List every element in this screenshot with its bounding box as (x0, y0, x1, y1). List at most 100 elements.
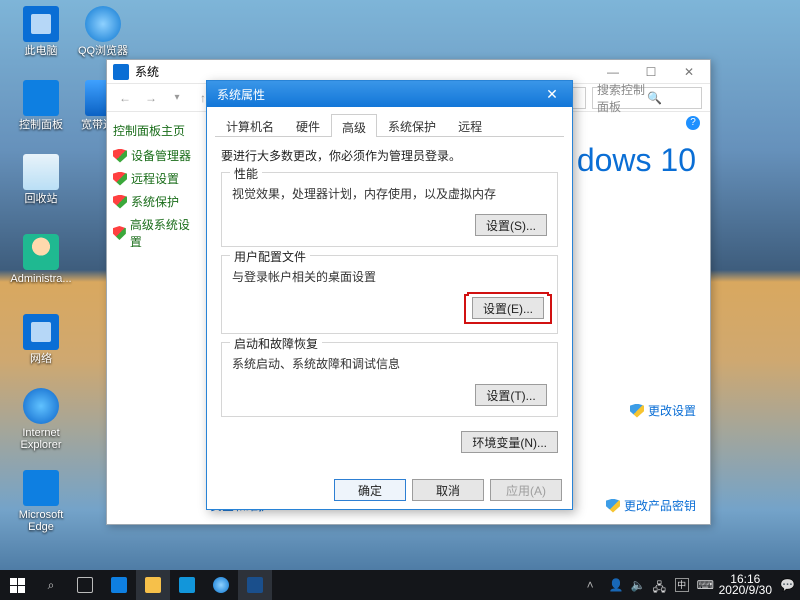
minimize-button[interactable]: — (594, 61, 632, 83)
desktop-icon-network[interactable]: 网络 (6, 314, 76, 365)
change-settings-link[interactable]: 更改设置 (630, 402, 696, 419)
shield-icon (113, 149, 127, 163)
ok-button[interactable]: 确定 (334, 479, 406, 501)
close-button[interactable]: ✕ (670, 61, 708, 83)
clock[interactable]: 16:16 2020/9/30 (719, 574, 772, 596)
user-profiles-settings-button[interactable]: 设置(E)... (472, 297, 544, 319)
environment-variables-button[interactable]: 环境变量(N)... (461, 431, 558, 453)
tab-hardware[interactable]: 硬件 (285, 113, 331, 136)
group-title: 用户配置文件 (230, 248, 310, 265)
qq-icon (213, 577, 229, 593)
qq-browser-icon (85, 6, 121, 42)
desktop-icon-edge[interactable]: Microsoft Edge (6, 470, 76, 533)
taskbar-app-browser[interactable] (204, 570, 238, 600)
desktop-icon-recycle-bin[interactable]: 回收站 (6, 154, 76, 205)
forward-button[interactable]: → (141, 88, 161, 108)
startup-settings-button[interactable]: 设置(T)... (475, 384, 547, 406)
sidebar-item-label: 远程设置 (131, 170, 179, 187)
sidebar-item-protection[interactable]: 系统保护 (113, 193, 196, 210)
desktop-icon-label: 网络 (6, 353, 76, 365)
group-startup-recovery: 启动和故障恢复 系统启动、系统故障和调试信息 设置(T)... (221, 342, 558, 417)
sidebar-item-remote[interactable]: 远程设置 (113, 170, 196, 187)
group-text: 视觉效果，处理器计划，内存使用，以及虚拟内存 (232, 185, 547, 202)
desktop-icon-label: 控制面板 (6, 119, 76, 131)
sidebar-item-label: 系统保护 (131, 193, 179, 210)
search-button[interactable]: ⌕ (34, 570, 68, 600)
start-button[interactable] (0, 570, 34, 600)
network-icon (23, 314, 59, 350)
system-tray: ˄ 👤 🔈 🖧 中 ⌨ 16:16 2020/9/30 💬 (587, 574, 800, 596)
desktop-icon-ie[interactable]: Internet Explorer (6, 388, 76, 451)
sidebar-item-label: 设备管理器 (131, 147, 191, 164)
tray-ime-icon[interactable]: 中 (675, 578, 689, 592)
taskbar-app-store[interactable] (170, 570, 204, 600)
tab-protection[interactable]: 系统保护 (377, 113, 447, 136)
change-key-link[interactable]: 更改产品密钥 (606, 497, 696, 514)
dialog-actions: 确定 取消 应用(A) (334, 479, 562, 501)
cancel-button[interactable]: 取消 (412, 479, 484, 501)
control-panel-icon (23, 80, 59, 116)
performance-settings-button[interactable]: 设置(S)... (475, 214, 547, 236)
sidebar-item-device-manager[interactable]: 设备管理器 (113, 147, 196, 164)
action-center-button[interactable]: 💬 (780, 578, 794, 592)
recycle-bin-icon (23, 154, 59, 190)
task-view-icon (77, 577, 93, 593)
desktop-icon-control-panel[interactable]: 控制面板 (6, 80, 76, 131)
taskbar-app-explorer[interactable] (136, 570, 170, 600)
system-icon (247, 577, 263, 593)
search-icon: ⌕ (48, 578, 55, 593)
windows-icon (10, 578, 25, 593)
desktop-icon-label: 回收站 (6, 193, 76, 205)
group-performance: 性能 视觉效果，处理器计划，内存使用，以及虚拟内存 设置(S)... (221, 172, 558, 247)
tray-volume-icon[interactable]: 🔈 (631, 578, 645, 592)
monitor-icon (23, 6, 59, 42)
close-button[interactable]: ✕ (532, 81, 572, 107)
explorer-icon (145, 577, 161, 593)
maximize-button[interactable]: ☐ (632, 61, 670, 83)
tab-strip: 计算机名 硬件 高级 系统保护 远程 (215, 113, 564, 137)
windows-brand: dows 10 (577, 142, 696, 179)
sidebar-title: 控制面板主页 (113, 122, 196, 139)
tab-computer-name[interactable]: 计算机名 (215, 113, 285, 136)
history-dropdown[interactable]: ▾ (167, 88, 187, 108)
apply-button[interactable]: 应用(A) (490, 479, 562, 501)
desktop-icon-label: Microsoft Edge (6, 509, 76, 533)
taskbar-app-edge[interactable] (102, 570, 136, 600)
link-label: 更改产品密钥 (624, 497, 696, 514)
shield-icon (630, 404, 644, 418)
back-button[interactable]: ← (115, 88, 135, 108)
highlight-box: 设置(E)... (469, 299, 547, 319)
date: 2020/9/30 (719, 585, 772, 596)
edge-icon (111, 577, 127, 593)
ie-icon (23, 388, 59, 424)
system-icon (113, 64, 129, 80)
desktop-icon-label: QQ浏览器 (68, 45, 138, 57)
dialog-body: 要进行大多数更改，你必须作为管理员登录。 性能 视觉效果，处理器计划，内存使用，… (207, 137, 572, 429)
desktop-icon-this-pc[interactable]: 此电脑 (6, 6, 76, 57)
store-icon (179, 577, 195, 593)
dialog-title: 系统属性 (217, 86, 532, 103)
desktop-icon-label: Administra... (6, 273, 76, 285)
desktop-icon-label: 此电脑 (6, 45, 76, 57)
task-view-button[interactable] (68, 570, 102, 600)
group-text: 与登录帐户相关的桌面设置 (232, 268, 547, 285)
taskbar-app-system[interactable] (238, 570, 272, 600)
tray-people-icon[interactable]: 👤 (609, 578, 623, 592)
edge-icon (23, 470, 59, 506)
search-input[interactable]: 搜索控制面板 🔍 (592, 87, 702, 109)
group-title: 性能 (230, 165, 262, 182)
dialog-titlebar[interactable]: 系统属性 ✕ (207, 81, 572, 107)
desktop-icon-qq-browser[interactable]: QQ浏览器 (68, 6, 138, 57)
shield-icon (113, 172, 127, 186)
tray-chevron-up-icon[interactable]: ˄ (587, 578, 601, 592)
tray-network-icon[interactable]: 🖧 (653, 578, 667, 592)
sidebar-item-advanced[interactable]: 高级系统设置 (113, 216, 196, 250)
tab-remote[interactable]: 远程 (447, 113, 493, 136)
desktop-icon-administrator[interactable]: Administra... (6, 234, 76, 285)
admin-note: 要进行大多数更改，你必须作为管理员登录。 (221, 147, 558, 164)
tray-keyboard-icon[interactable]: ⌨ (697, 578, 711, 592)
sidebar-item-label: 高级系统设置 (130, 216, 196, 250)
desktop-icon-label: Internet Explorer (6, 427, 76, 451)
system-properties-dialog: 系统属性 ✕ 计算机名 硬件 高级 系统保护 远程 要进行大多数更改，你必须作为… (206, 80, 573, 510)
tab-advanced[interactable]: 高级 (331, 114, 377, 137)
